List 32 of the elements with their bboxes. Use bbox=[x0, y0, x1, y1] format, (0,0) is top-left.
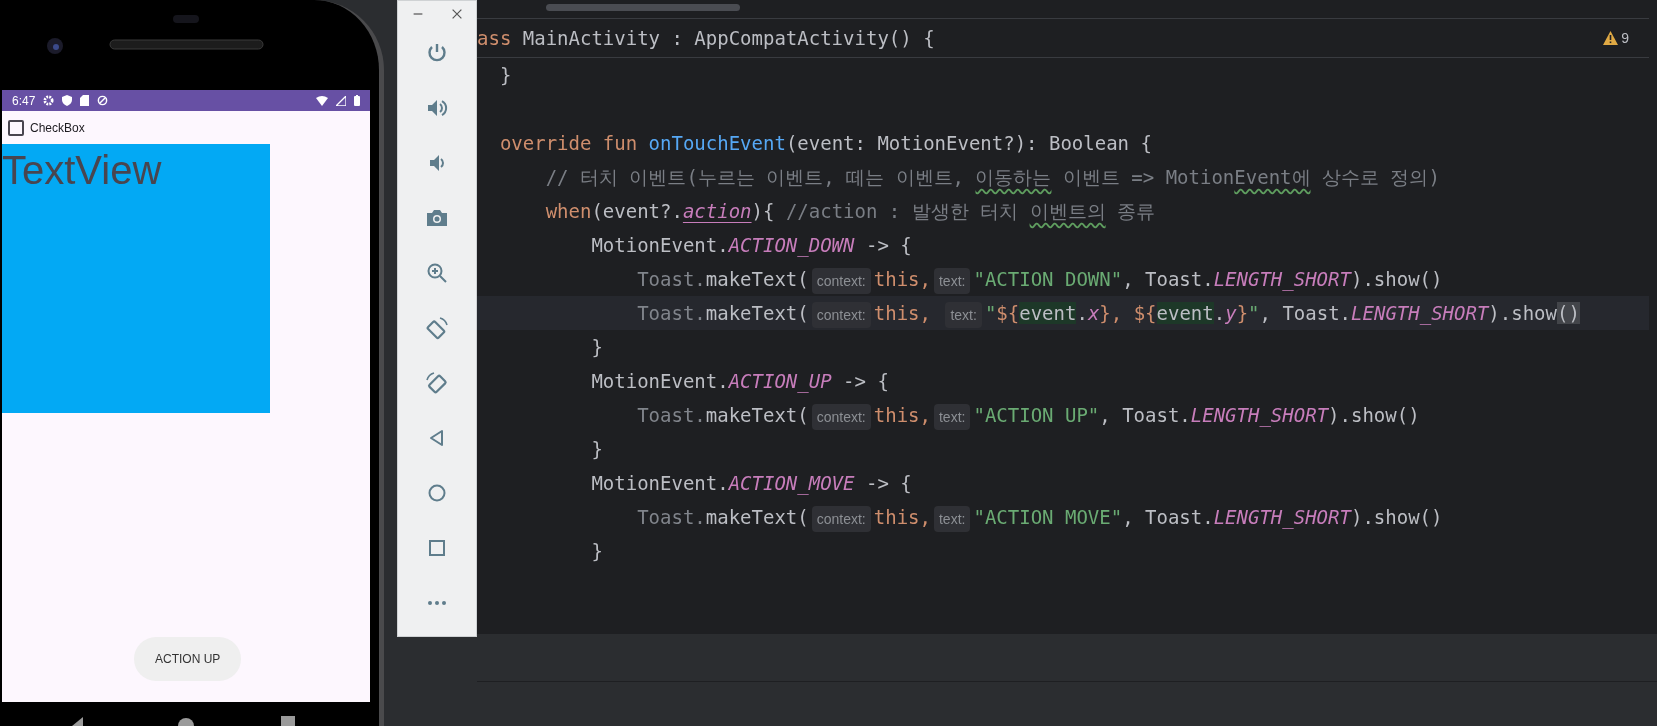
scrollbar-thumb[interactable] bbox=[546, 4, 740, 11]
code-line: Toast.makeText( context: this, text: "ACTION UP", Toast.LENGTH_SHORT).show() bbox=[477, 400, 1420, 430]
signal-icon bbox=[336, 95, 346, 106]
code-line: Toast.makeText( context: this, text: "ACTION MOVE", Toast.LENGTH_SHORT).show() bbox=[477, 502, 1443, 532]
status-time: 6:47 bbox=[12, 92, 36, 110]
code-line: Toast.makeText( context: this, text: "${event.x}, ${event.y}", Toast.LENGTH_SHORT).show() bbox=[477, 298, 1580, 328]
battery-icon bbox=[354, 95, 360, 106]
code-line: } bbox=[498, 63, 512, 88]
code-line: Toast.makeText( context: this, text: "ACTION DOWN", Toast.LENGTH_SHORT).show() bbox=[477, 264, 1443, 294]
warning-count[interactable]: 9 bbox=[1621, 27, 1629, 49]
text-view-text: TextView bbox=[2, 147, 163, 194]
checkbox-label: CheckBox bbox=[30, 119, 85, 137]
shield-icon bbox=[62, 95, 73, 106]
sd-card-icon bbox=[80, 95, 90, 106]
code-line: } bbox=[590, 437, 603, 462]
code-line: MotionEvent.ACTION_UP -> { bbox=[590, 369, 889, 395]
code-line: MotionEvent.ACTION_DOWN -> { bbox=[590, 233, 912, 259]
wifi-icon bbox=[316, 95, 328, 106]
toast-message: ACTION UP bbox=[134, 637, 242, 681]
sticky-code-header: ass MainActivity : AppCompatActivity() { bbox=[477, 25, 936, 51]
warning-icon bbox=[1603, 31, 1619, 45]
checkbox[interactable] bbox=[8, 119, 24, 136]
gear-icon bbox=[43, 95, 55, 106]
code-line: when(event?.action){ //action : 발생한 터치 이벤트의 종류 bbox=[544, 199, 1156, 224]
code-line: } bbox=[590, 335, 603, 360]
code-line: override fun onTouchEvent(event: MotionEvent?): Boolean { bbox=[498, 131, 1152, 156]
code-line: } bbox=[590, 539, 603, 564]
code-line: MotionEvent.ACTION_MOVE -> { bbox=[590, 471, 912, 497]
rotate-right-icon[interactable] bbox=[425, 371, 449, 395]
rotate-left-icon[interactable] bbox=[425, 316, 449, 340]
code-line: // 터치 이벤트(누르는 이벤트, 떼는 이벤트, 이동하는 이벤트 => MotionEvent에 상수로 정의) bbox=[544, 165, 1440, 190]
zoom-in-icon[interactable] bbox=[425, 261, 449, 285]
